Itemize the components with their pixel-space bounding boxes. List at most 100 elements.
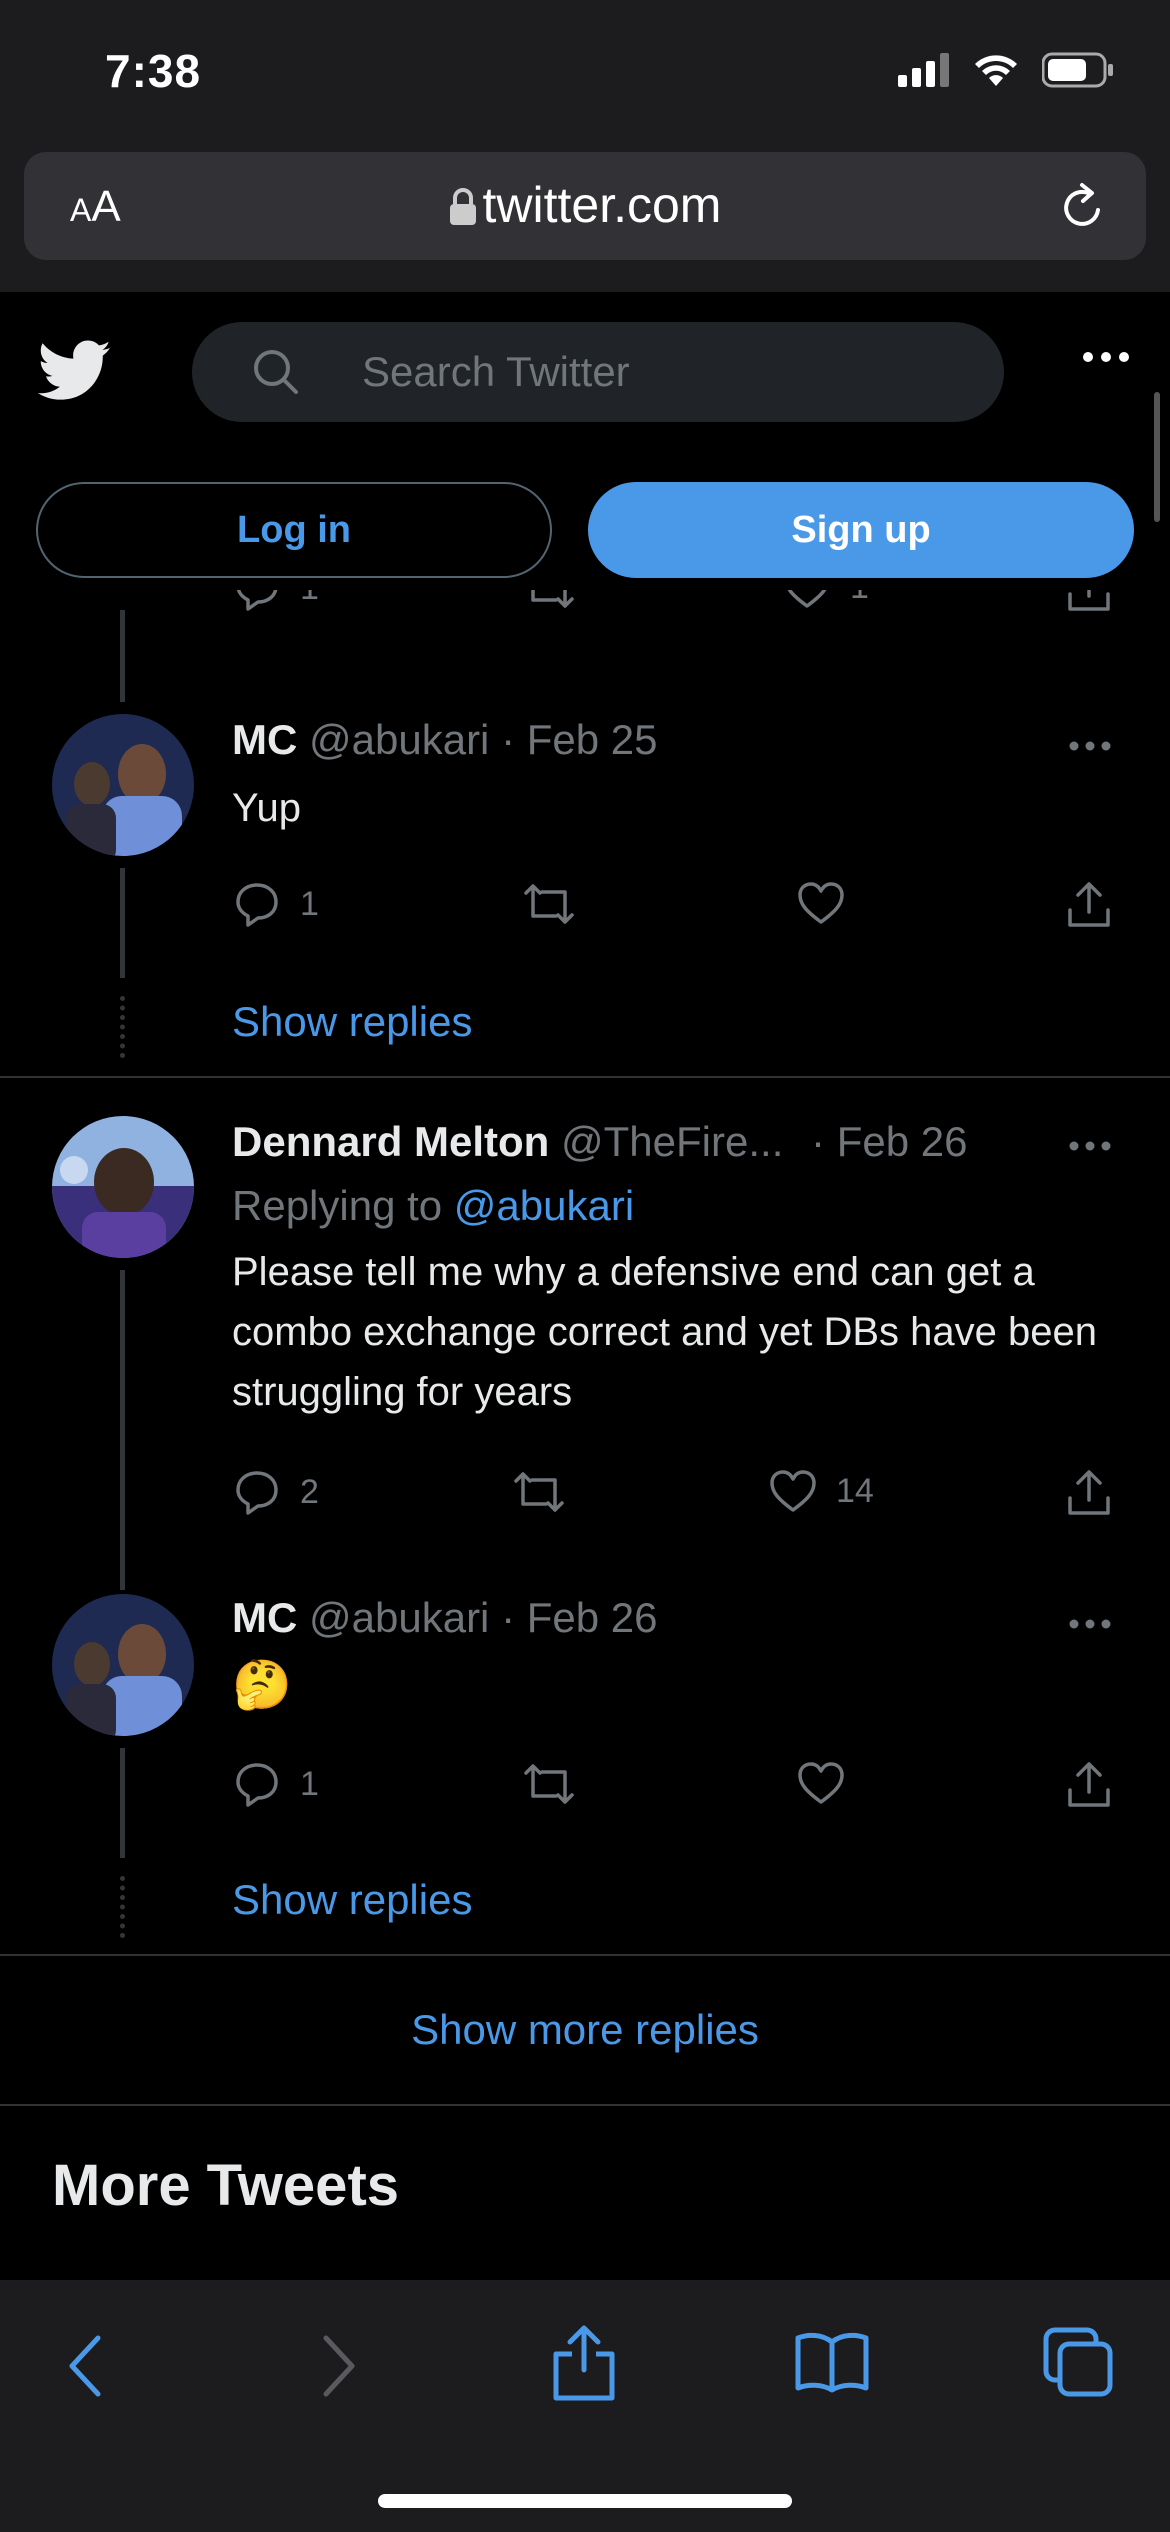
status-icons bbox=[898, 52, 1114, 88]
reply-action[interactable]: 2 bbox=[232, 1468, 319, 1516]
tabs-icon[interactable] bbox=[1042, 2326, 1114, 2398]
partial-tweet-actions: 1 1 bbox=[232, 590, 1122, 630]
tweet-header: MC @abukari · Feb 26 bbox=[232, 1594, 657, 1642]
author-handle[interactable]: @TheFire... bbox=[561, 1118, 783, 1165]
twitter-bird-icon[interactable] bbox=[38, 340, 112, 402]
thread-connector bbox=[120, 1270, 125, 1590]
show-replies-link[interactable]: Show replies bbox=[232, 1876, 472, 1924]
show-replies-link[interactable]: Show replies bbox=[232, 998, 472, 1046]
show-more-replies-link[interactable]: Show more replies bbox=[0, 2006, 1170, 2054]
tweet-more-icon[interactable] bbox=[1068, 1140, 1112, 1152]
twitter-header: Log in Sign up bbox=[0, 292, 1170, 610]
tweet-header: Dennard Melton @TheFire... · Feb 26 bbox=[232, 1118, 967, 1166]
browser-top-bar: 7:38 AA twitter.com bbox=[0, 0, 1170, 292]
avatar[interactable] bbox=[52, 1594, 194, 1736]
share-icon bbox=[1068, 590, 1110, 611]
tweet-actions: 1 bbox=[232, 880, 1122, 940]
retweet-icon bbox=[514, 1472, 564, 1512]
avatar-photo bbox=[52, 714, 194, 856]
like-action[interactable]: 14 bbox=[768, 1468, 874, 1514]
tweet-more-icon[interactable] bbox=[1068, 1618, 1112, 1630]
heart-icon bbox=[798, 882, 844, 924]
reply-count: 1 bbox=[300, 884, 319, 923]
search-input[interactable] bbox=[362, 322, 962, 422]
tweet-actions: 2 14 bbox=[232, 1468, 1122, 1528]
url-display[interactable]: twitter.com bbox=[24, 176, 1146, 234]
partial-like-action[interactable]: 1 bbox=[782, 590, 869, 610]
thread-connector bbox=[120, 868, 125, 978]
partial-share-action[interactable] bbox=[1064, 590, 1114, 614]
tweet-date[interactable]: · Feb 26 bbox=[811, 1118, 967, 1165]
partial-retweet-action[interactable] bbox=[522, 590, 576, 612]
scrollbar[interactable] bbox=[1154, 392, 1160, 522]
divider bbox=[0, 1954, 1170, 1956]
search-box[interactable] bbox=[192, 322, 1004, 422]
retweet-icon bbox=[531, 590, 574, 608]
like-action[interactable] bbox=[796, 1760, 846, 1806]
avatar-photo bbox=[52, 1594, 194, 1736]
retweet-action[interactable] bbox=[522, 880, 576, 928]
replying-to-handle[interactable]: @abukari bbox=[454, 1182, 634, 1229]
author-name[interactable]: Dennard Melton bbox=[232, 1118, 549, 1165]
reply-action[interactable]: 1 bbox=[232, 880, 319, 928]
partial-like-count: 1 bbox=[850, 590, 869, 607]
share-page-icon[interactable] bbox=[550, 2322, 618, 2402]
retweet-action[interactable] bbox=[522, 1760, 576, 1808]
wifi-icon bbox=[975, 55, 1017, 86]
heart-icon bbox=[770, 1470, 816, 1512]
divider bbox=[0, 1076, 1170, 1078]
tweet-text: Please tell me why a defensive end can g… bbox=[232, 1250, 1097, 1414]
reply-action[interactable]: 1 bbox=[232, 1760, 319, 1808]
more-options-icon[interactable] bbox=[1082, 350, 1130, 364]
tweet-date[interactable]: · Feb 25 bbox=[501, 716, 657, 763]
reply-icon bbox=[236, 590, 278, 611]
tweet-text: 🤔 bbox=[232, 1659, 292, 1712]
heart-icon bbox=[798, 1762, 844, 1804]
retweet-icon bbox=[524, 1764, 574, 1804]
share-action[interactable] bbox=[1064, 1468, 1114, 1518]
back-icon[interactable] bbox=[64, 2332, 108, 2400]
share-action[interactable] bbox=[1064, 1760, 1114, 1810]
browser-toolbar bbox=[0, 2280, 1170, 2532]
partial-reply-count: 1 bbox=[300, 590, 319, 608]
like-action[interactable] bbox=[796, 880, 846, 926]
share-action[interactable] bbox=[1064, 880, 1114, 930]
section-title: More Tweets bbox=[52, 2153, 400, 2218]
author-name[interactable]: MC bbox=[232, 716, 297, 763]
avatar[interactable] bbox=[52, 1116, 194, 1258]
reply-icon bbox=[236, 1763, 278, 1807]
cellular-signal-icon bbox=[898, 53, 949, 87]
replying-prefix: Replying to bbox=[232, 1182, 443, 1229]
author-handle[interactable]: @abukari bbox=[309, 1594, 489, 1641]
login-button[interactable]: Log in bbox=[36, 482, 552, 578]
tweet-more-icon[interactable] bbox=[1068, 740, 1112, 752]
battery-icon bbox=[1042, 52, 1113, 88]
tweet-actions: 1 bbox=[232, 1760, 1122, 1820]
search-icon bbox=[254, 350, 298, 394]
thread-dotted-connector bbox=[120, 1876, 125, 1938]
tweet-text: Yup bbox=[232, 786, 301, 830]
lock-icon bbox=[449, 188, 476, 225]
thread-connector bbox=[120, 610, 125, 702]
signup-button[interactable]: Sign up bbox=[588, 482, 1134, 578]
retweet-icon bbox=[524, 884, 574, 924]
reply-count: 2 bbox=[300, 1472, 319, 1511]
retweet-action[interactable] bbox=[512, 1468, 566, 1516]
reload-icon[interactable] bbox=[1058, 182, 1106, 232]
status-time: 7:38 bbox=[105, 45, 202, 97]
partial-reply-action[interactable]: 1 bbox=[232, 590, 319, 612]
author-name[interactable]: MC bbox=[232, 1594, 297, 1641]
author-handle[interactable]: @abukari bbox=[309, 716, 489, 763]
thread-connector bbox=[120, 1748, 125, 1858]
bookmarks-icon[interactable] bbox=[794, 2330, 870, 2394]
divider bbox=[0, 2104, 1170, 2106]
reply-icon bbox=[236, 883, 278, 927]
avatar[interactable] bbox=[52, 714, 194, 856]
address-bar[interactable]: AA twitter.com bbox=[24, 152, 1146, 260]
share-icon bbox=[1068, 882, 1110, 927]
forward-icon[interactable] bbox=[316, 2332, 360, 2400]
url-text: twitter.com bbox=[482, 177, 722, 233]
avatar-photo bbox=[52, 1116, 194, 1258]
home-indicator[interactable] bbox=[378, 2494, 792, 2508]
tweet-date[interactable]: · Feb 26 bbox=[501, 1594, 657, 1641]
